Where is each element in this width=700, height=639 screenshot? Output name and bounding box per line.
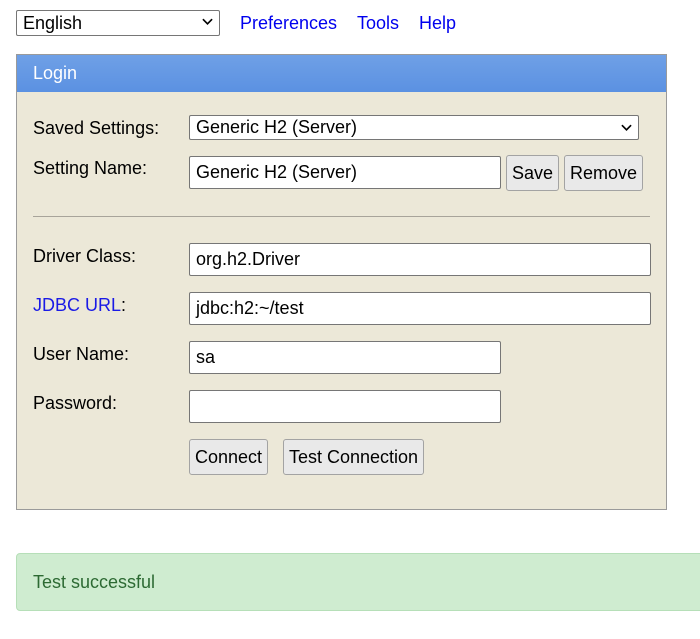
saved-settings-label: Saved Settings: bbox=[33, 118, 160, 138]
connect-button[interactable]: Connect bbox=[189, 439, 268, 475]
status-alert: Test successful bbox=[16, 553, 700, 611]
language-select[interactable]: English bbox=[16, 10, 220, 36]
password-label: Password: bbox=[33, 393, 118, 413]
login-panel-title: Login bbox=[17, 55, 666, 92]
user-name-field[interactable]: sa bbox=[189, 341, 501, 374]
save-button[interactable]: Save bbox=[506, 155, 559, 191]
password-field[interactable] bbox=[189, 390, 501, 423]
driver-class-label: Driver Class: bbox=[33, 246, 137, 266]
chevron-down-icon bbox=[202, 18, 213, 25]
preferences-link[interactable]: Preferences bbox=[240, 12, 337, 34]
jdbc-url-field[interactable]: jdbc:h2:~/test bbox=[189, 292, 651, 325]
saved-settings-select[interactable]: Generic H2 (Server) bbox=[189, 115, 639, 140]
remove-button[interactable]: Remove bbox=[564, 155, 643, 191]
tools-link[interactable]: Tools bbox=[357, 12, 399, 34]
language-select-value: English bbox=[23, 13, 83, 33]
setting-name-label: Setting Name: bbox=[33, 158, 148, 178]
form-divider bbox=[33, 216, 650, 217]
test-connection-button[interactable]: Test Connection bbox=[283, 439, 424, 475]
saved-settings-value: Generic H2 (Server) bbox=[196, 117, 358, 137]
help-link[interactable]: Help bbox=[419, 12, 456, 34]
jdbc-url-link[interactable]: JDBC URL bbox=[33, 295, 121, 315]
jdbc-url-label-colon: : bbox=[121, 295, 127, 315]
chevron-down-icon bbox=[621, 124, 632, 131]
setting-name-field[interactable]: Generic H2 (Server) bbox=[189, 156, 501, 189]
driver-class-field[interactable]: org.h2.Driver bbox=[189, 243, 651, 276]
user-name-label: User Name: bbox=[33, 344, 130, 364]
jdbc-url-label: JDBC URL: bbox=[33, 294, 126, 316]
